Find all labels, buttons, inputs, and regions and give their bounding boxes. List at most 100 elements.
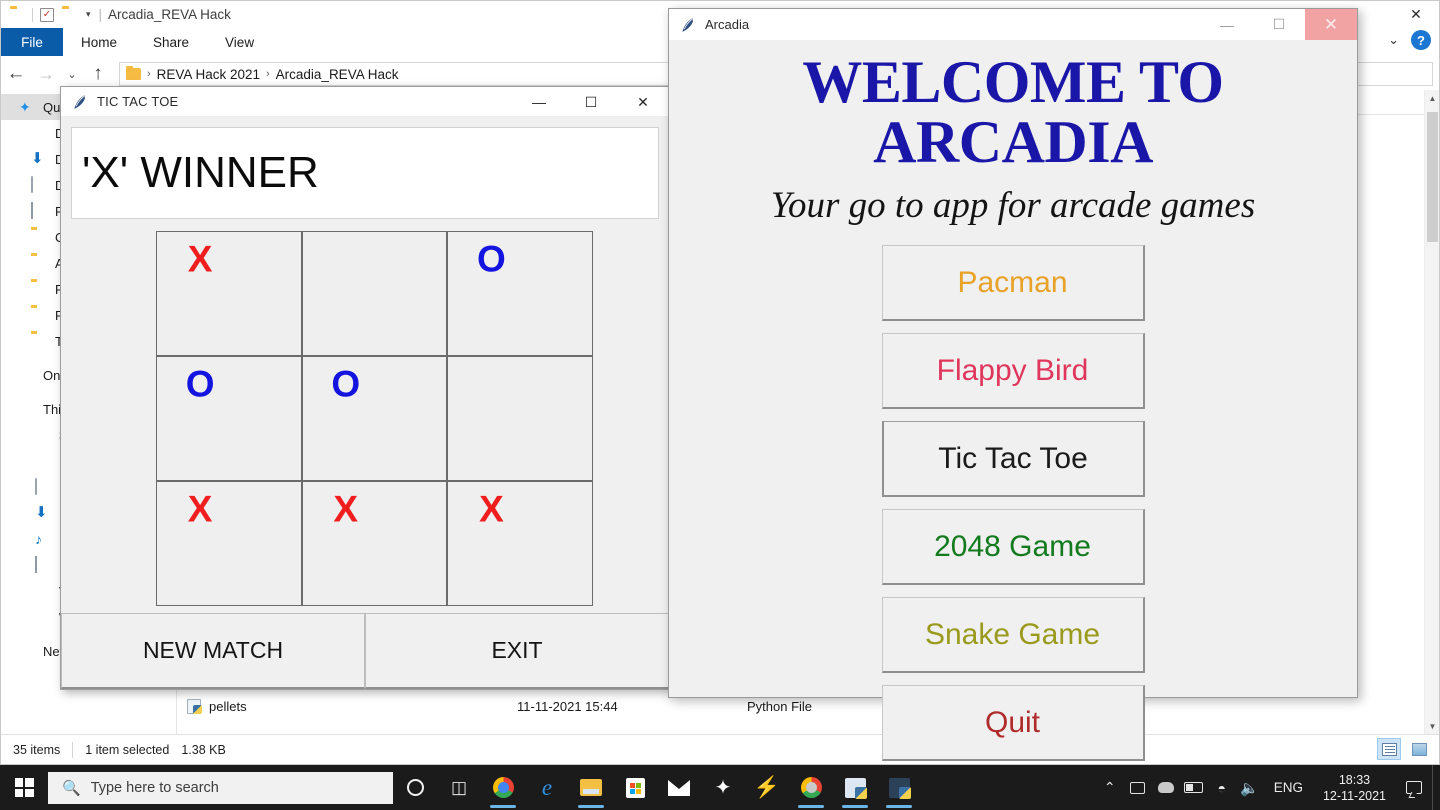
cortana-icon[interactable] [393, 765, 437, 810]
folder-icon [31, 333, 48, 349]
camera-icon[interactable] [1124, 765, 1152, 810]
board-cell-1-2[interactable] [448, 357, 592, 480]
cell-mark: O [477, 238, 506, 280]
winner-text: 'X' WINNER [82, 148, 319, 197]
new-match-button[interactable]: NEW MATCH [61, 613, 365, 689]
forward-button[interactable]: → [31, 64, 61, 85]
chevron-down-icon[interactable]: ⌄ [1388, 32, 1399, 48]
selection-size: 1.38 KB [181, 742, 226, 757]
cell-mark: O [185, 363, 215, 405]
quit-button[interactable]: Quit [881, 685, 1145, 761]
chrome-profile-icon[interactable] [481, 765, 525, 810]
language-indicator[interactable]: ENG [1264, 780, 1313, 795]
onedrive-icon [19, 367, 36, 383]
close-icon[interactable]: ✕ [1393, 1, 1439, 28]
minimize-icon[interactable]: — [1201, 9, 1253, 40]
scroll-up-arrow-icon[interactable]: ▲ [1425, 90, 1440, 106]
tictactoe-window-buttons[interactable]: — ☐ ✕ [513, 87, 669, 117]
board-cell-0-2[interactable]: O [448, 232, 592, 355]
tictactoe-title-bar[interactable]: TIC TAC TOE — ☐ ✕ [61, 87, 669, 117]
up-button[interactable]: ↑ [83, 63, 113, 85]
item-count: 35 items [13, 742, 61, 757]
title-separator: | [98, 7, 103, 22]
task-view-icon[interactable]: ◫ [437, 765, 481, 810]
tab-home[interactable]: Home [63, 28, 135, 56]
recent-locations-icon[interactable]: ⌄ [61, 68, 83, 81]
mail-icon[interactable] [657, 765, 701, 810]
file-name-cell[interactable]: pellets [177, 694, 507, 718]
volume-icon[interactable]: 🔈 [1236, 765, 1264, 810]
search-input[interactable]: 🔍 Type here to search [48, 771, 393, 804]
clock[interactable]: 18:33 12-11-2021 [1313, 772, 1396, 804]
board-cell-0-1[interactable] [302, 232, 447, 355]
close-icon[interactable]: ✕ [617, 87, 669, 117]
tab-view[interactable]: View [207, 28, 272, 56]
tray-overflow-icon[interactable]: ⌃ [1096, 765, 1124, 810]
arcadia-title-bar[interactable]: Arcadia — ☐ ✕ [669, 9, 1357, 40]
title-text: Arcadia_REVA Hack [108, 7, 231, 22]
breadcrumb-item-1[interactable]: Arcadia_REVA Hack [276, 67, 399, 82]
pycharm-icon[interactable] [833, 765, 877, 810]
python-editor-icon[interactable] [877, 765, 921, 810]
wifi-icon[interactable]: ◓ [1208, 765, 1236, 810]
onedrive-tray-icon[interactable] [1152, 765, 1180, 810]
maximize-icon[interactable]: ☐ [1253, 9, 1305, 40]
search-icon: 🔍 [62, 779, 81, 797]
scrollbar-thumb[interactable] [1427, 112, 1438, 242]
breadcrumb-item-0[interactable]: REVA Hack 2021 [157, 67, 260, 82]
tic-tac-toe-button[interactable]: Tic Tac Toe [881, 421, 1145, 497]
ribbon-right-controls[interactable]: ⌄ ? [1388, 30, 1431, 50]
search-placeholder: Type here to search [90, 779, 219, 796]
flappy-bird-button[interactable]: Flappy Bird [881, 333, 1145, 409]
file-explorer-icon[interactable] [569, 765, 613, 810]
explorer-window-buttons[interactable]: ✕ [1393, 1, 1439, 28]
notification-icon[interactable] [1396, 765, 1432, 810]
back-button[interactable]: ← [1, 63, 31, 85]
properties-icon[interactable]: ✓ [40, 7, 55, 22]
scroll-down-arrow-icon[interactable]: ▼ [1425, 718, 1440, 734]
board-cell-2-0[interactable]: X [157, 482, 301, 605]
board-cell-1-1[interactable]: O [302, 357, 447, 480]
details-view-icon[interactable] [1377, 738, 1401, 760]
large-icons-view-icon[interactable] [1407, 738, 1431, 760]
quick-access-toolbar[interactable]: ✓ ▾ [1, 1, 93, 28]
pacman-button[interactable]: Pacman [881, 245, 1145, 321]
folder-icon[interactable] [10, 8, 25, 22]
tab-share[interactable]: Share [135, 28, 207, 56]
minimize-icon[interactable]: — [513, 87, 565, 117]
taskbar: 🔍 Type here to search ◫ e ✦ ⚡ ⌃ ◓ 🔈 ENG … [0, 765, 1440, 810]
show-desktop-button[interactable] [1432, 765, 1440, 810]
board-cell-2-2[interactable]: X [448, 482, 592, 605]
videos-icon [35, 583, 52, 599]
desktop-screen: ✓ ▾ | Arcadia_REVA Hack ✕ File Home Share… [0, 0, 1440, 810]
board-cell-2-1[interactable]: X [302, 482, 447, 605]
new-folder-icon[interactable] [62, 8, 77, 22]
help-icon[interactable]: ? [1411, 30, 1431, 50]
this-pc-icon [19, 401, 36, 417]
customize-caret-icon[interactable]: ▾ [84, 9, 93, 20]
game-menu: Pacman Flappy Bird Tic Tac Toe 2048 Game… [669, 245, 1357, 761]
tab-file[interactable]: File [1, 28, 63, 56]
board-cell-1-0[interactable]: O [157, 357, 301, 480]
exit-button[interactable]: EXIT [365, 613, 669, 689]
board-cell-0-0[interactable]: X [157, 232, 301, 355]
game-2048-button[interactable]: 2048 Game [881, 509, 1145, 585]
battery-icon[interactable] [1180, 765, 1208, 810]
tictactoe-board[interactable]: X O O O X X X [156, 231, 593, 606]
pictures-icon [31, 202, 48, 219]
edge-icon[interactable]: e [525, 765, 569, 810]
snake-game-button[interactable]: Snake Game [881, 597, 1145, 673]
view-mode-buttons[interactable] [1377, 738, 1431, 760]
microsoft-store-icon[interactable] [613, 765, 657, 810]
vertical-scrollbar[interactable]: ▲ ▼ [1424, 90, 1439, 734]
close-icon[interactable]: ✕ [1305, 9, 1357, 40]
lightning-app-icon[interactable]: ⚡ [745, 765, 789, 810]
cell-mark: X [187, 488, 213, 530]
arcadia-window-buttons[interactable]: — ☐ ✕ [1201, 9, 1357, 40]
chrome-icon[interactable] [789, 765, 833, 810]
windows-start-icon[interactable] [0, 765, 48, 810]
dropbox-icon[interactable]: ✦ [701, 765, 745, 810]
downloads-icon: ⬇ [35, 504, 48, 521]
toolbar-divider [32, 7, 33, 22]
maximize-icon[interactable]: ☐ [565, 87, 617, 117]
